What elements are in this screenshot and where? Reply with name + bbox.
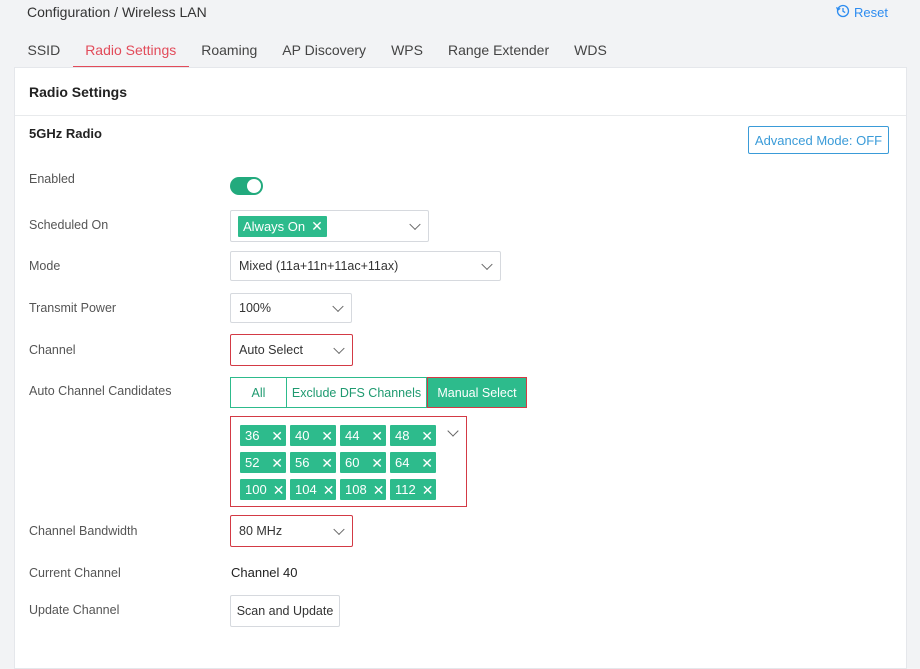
mode-value: Mixed (11a+11n+11ac+11ax) — [239, 259, 399, 273]
toggle-knob — [247, 179, 261, 193]
tab-range-extender[interactable]: Range Extender — [435, 38, 561, 67]
tab-ssid[interactable]: SSID — [15, 38, 73, 67]
chevron-down-icon — [481, 258, 493, 271]
bandwidth-value: 80 MHz — [239, 524, 283, 538]
enabled-toggle[interactable] — [230, 177, 263, 195]
tab-bar: SSID Radio Settings Roaming AP Discovery… — [15, 38, 620, 68]
seg-all-button[interactable]: All — [230, 377, 287, 408]
scan-and-update-button[interactable]: Scan and Update — [230, 595, 340, 627]
channel-tag[interactable]: 52 ✕ — [240, 452, 286, 473]
channel-tag[interactable]: 108 ✕ — [340, 479, 386, 500]
channel-tag-label: 64 — [395, 455, 410, 470]
transmit-power-select[interactable]: 100% — [230, 293, 352, 323]
close-icon[interactable]: ✕ — [422, 483, 434, 497]
chevron-down-icon — [409, 218, 421, 231]
mode-label: Mode — [29, 259, 61, 273]
close-icon[interactable]: ✕ — [271, 429, 283, 443]
channel-tag-label: 104 — [295, 482, 317, 497]
close-icon[interactable]: ✕ — [373, 483, 385, 497]
tag-label: Always On — [243, 218, 306, 234]
tab-wds[interactable]: WDS — [562, 38, 620, 67]
transmit-power-label: Transmit Power — [29, 301, 117, 315]
channel-tag[interactable]: 100 ✕ — [240, 479, 286, 500]
bandwidth-select[interactable]: 80 MHz — [230, 515, 353, 547]
channel-tag[interactable]: 64 ✕ — [390, 452, 436, 473]
close-icon[interactable]: ✕ — [371, 456, 383, 470]
mode-select[interactable]: Mixed (11a+11n+11ac+11ax) — [230, 251, 501, 281]
section-title: 5GHz Radio — [29, 126, 102, 141]
tab-radio-settings[interactable]: Radio Settings — [72, 38, 189, 68]
channel-tag[interactable]: 36 ✕ — [240, 425, 286, 446]
channel-tag-label: 36 — [245, 428, 260, 443]
close-icon[interactable]: ✕ — [321, 456, 333, 470]
channel-tag-label: 112 — [395, 482, 416, 497]
channel-tag-label: 40 — [295, 428, 310, 443]
bandwidth-label: Channel Bandwidth — [29, 524, 138, 538]
channel-tag[interactable]: 44 ✕ — [340, 425, 386, 446]
close-icon[interactable]: ✕ — [323, 483, 335, 497]
close-icon[interactable]: ✕ — [421, 429, 433, 443]
tab-ap-discovery[interactable]: AP Discovery — [270, 38, 379, 67]
close-icon[interactable]: ✕ — [271, 456, 283, 470]
scheduled-label: Scheduled On — [29, 218, 109, 232]
close-icon[interactable]: ✕ — [421, 456, 433, 470]
tab-roaming[interactable]: Roaming — [189, 38, 270, 67]
transmit-power-value: 100% — [239, 301, 271, 315]
close-icon[interactable]: ✕ — [371, 429, 383, 443]
channel-tag-label: 60 — [345, 455, 360, 470]
scheduled-select[interactable]: Always On ✕ — [230, 210, 429, 242]
channel-value: Auto Select — [239, 343, 303, 357]
channel-tag-label: 44 — [345, 428, 360, 443]
close-icon[interactable]: ✕ — [311, 219, 323, 233]
update-channel-label: Update Channel — [29, 603, 120, 617]
chevron-down-icon — [333, 342, 345, 355]
breadcrumb: Configuration / Wireless LAN — [27, 4, 207, 20]
channel-tag-grid: 36 ✕ 40 ✕ 44 ✕ 48 ✕ 52 ✕ 56 ✕ 60 ✕ 64 ✕ 100 ✕ 104 ✕ 108 ✕ 112 ✕ — [240, 425, 436, 500]
close-icon[interactable]: ✕ — [321, 429, 333, 443]
chevron-down-icon — [333, 523, 345, 536]
panel-title: Radio Settings — [15, 68, 906, 116]
history-icon — [836, 4, 850, 21]
current-channel-label: Current Channel — [29, 566, 121, 580]
channel-tag[interactable]: 56 ✕ — [290, 452, 336, 473]
channel-tag-label: 56 — [295, 455, 310, 470]
seg-manual-select-button[interactable]: Manual Select — [427, 377, 527, 408]
chevron-down-icon — [332, 300, 344, 313]
auto-channel-segmented: All Exclude DFS Channels Manual Select — [230, 377, 527, 408]
channel-tag-label: 52 — [245, 455, 260, 470]
channel-tag[interactable]: 40 ✕ — [290, 425, 336, 446]
channel-tag[interactable]: 112 ✕ — [390, 479, 436, 500]
always-on-tag[interactable]: Always On ✕ — [238, 215, 327, 237]
channel-tag[interactable]: 104 ✕ — [290, 479, 336, 500]
reset-button[interactable]: Reset — [836, 4, 888, 21]
chevron-down-icon — [447, 425, 459, 437]
channel-tag[interactable]: 48 ✕ — [390, 425, 436, 446]
seg-exclude-dfs-button[interactable]: Exclude DFS Channels — [287, 377, 427, 408]
channel-multiselect[interactable]: 36 ✕ 40 ✕ 44 ✕ 48 ✕ 52 ✕ 56 ✕ 60 ✕ 64 ✕ 100 ✕ 104 ✕ 108 ✕ 112 ✕ — [230, 416, 467, 507]
close-icon[interactable]: ✕ — [273, 483, 285, 497]
reset-label: Reset — [854, 5, 888, 20]
channel-tag-label: 100 — [245, 482, 267, 497]
advanced-mode-button[interactable]: Advanced Mode: OFF — [748, 126, 889, 154]
channel-tag[interactable]: 60 ✕ — [340, 452, 386, 473]
auto-channel-label: Auto Channel Candidates — [29, 384, 172, 398]
channel-tag-label: 108 — [345, 482, 367, 497]
channel-select[interactable]: Auto Select — [230, 334, 353, 366]
radio-settings-panel: Radio Settings 5GHz Radio Advanced Mode:… — [14, 67, 907, 669]
tab-wps[interactable]: WPS — [379, 38, 436, 67]
channel-tag-label: 48 — [395, 428, 410, 443]
current-channel-value: Channel 40 — [231, 565, 298, 580]
enabled-label: Enabled — [29, 172, 75, 186]
channel-label: Channel — [29, 343, 76, 357]
